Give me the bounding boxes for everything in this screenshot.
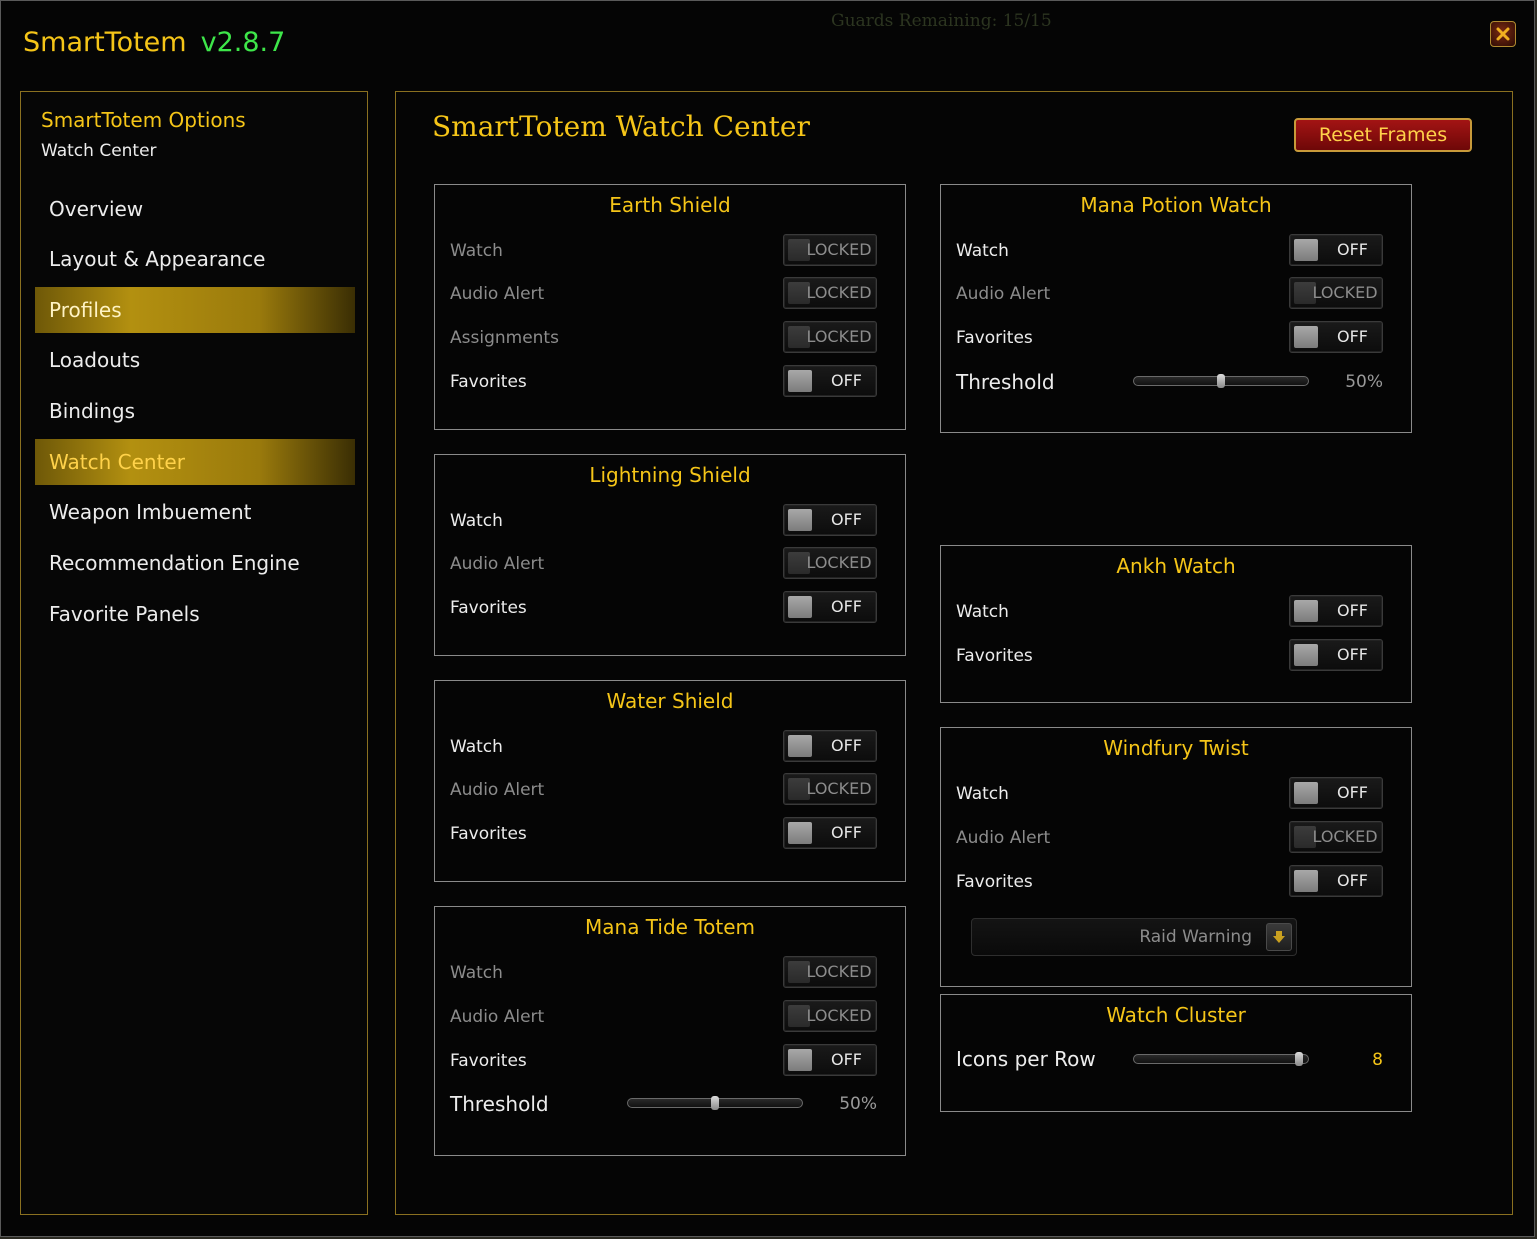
favorites-label: Favorites — [956, 872, 1033, 892]
threshold-label: Threshold — [956, 370, 1055, 394]
alert-channel-dropdown[interactable]: Raid Warning — [971, 918, 1297, 956]
ankh-watch-card: Ankh Watch Watch OFF Favorites OFF — [940, 545, 1412, 703]
sidebar-item-favorite-panels[interactable]: Favorite Panels — [35, 591, 355, 637]
sidebar-item-profiles[interactable]: Profiles — [35, 287, 355, 333]
favorites-label: Favorites — [956, 328, 1033, 348]
page-title: SmartTotem Watch Center — [432, 110, 810, 143]
sidebar-item-loadouts[interactable]: Loadouts — [35, 337, 355, 383]
arrow-down-icon — [1273, 931, 1285, 943]
audio-alert-toggle: LOCKED — [1289, 277, 1383, 309]
sidebar-item-overview[interactable]: Overview — [35, 186, 355, 232]
watch-label: Watch — [956, 784, 1009, 804]
sidebar: SmartTotem Options Watch Center Overview… — [20, 91, 368, 1215]
watch-cluster-card: Watch Cluster Icons per Row 8 — [940, 994, 1412, 1112]
watch-toggle: LOCKED — [783, 956, 877, 988]
favorites-toggle[interactable]: OFF — [1289, 639, 1383, 671]
card-title: Windfury Twist — [1103, 736, 1249, 760]
favorites-label: Favorites — [956, 646, 1033, 666]
favorites-toggle[interactable]: OFF — [783, 817, 877, 849]
card-title: Ankh Watch — [1116, 554, 1236, 578]
audio-alert-label: Audio Alert — [956, 828, 1051, 848]
sidebar-item-layout-appearance[interactable]: Layout & Appearance — [35, 236, 355, 282]
main-panel: SmartTotem Watch Center Reset Frames Ear… — [395, 91, 1513, 1215]
windfury-twist-card: Windfury Twist Watch OFF Audio Alert LOC… — [940, 727, 1412, 987]
app-version: v2.8.7 — [200, 27, 286, 58]
slider-thumb[interactable] — [1295, 1052, 1304, 1066]
favorites-toggle[interactable]: OFF — [783, 591, 877, 623]
mana-tide-totem-card: Mana Tide Totem Watch LOCKED Audio Alert… — [434, 906, 906, 1156]
sidebar-item-bindings[interactable]: Bindings — [35, 388, 355, 434]
dropdown-value: Raid Warning — [1139, 927, 1252, 947]
watch-label: Watch — [450, 963, 503, 983]
audio-alert-label: Audio Alert — [450, 554, 545, 574]
favorites-label: Favorites — [450, 1051, 527, 1071]
sidebar-subtitle: Watch Center — [41, 141, 157, 161]
sidebar-item-weapon-imbuement[interactable]: Weapon Imbuement — [35, 489, 355, 535]
favorites-label: Favorites — [450, 372, 527, 392]
watch-toggle[interactable]: OFF — [783, 730, 877, 762]
audio-alert-toggle: LOCKED — [783, 547, 877, 579]
audio-alert-toggle: LOCKED — [783, 773, 877, 805]
sidebar-item-watch-center[interactable]: Watch Center — [35, 439, 355, 485]
watch-label: Watch — [450, 511, 503, 531]
slider-thumb[interactable] — [711, 1096, 719, 1110]
audio-alert-toggle: LOCKED — [783, 277, 877, 309]
water-shield-card: Water Shield Watch OFF Audio Alert LOCKE… — [434, 680, 906, 882]
card-title: Earth Shield — [609, 193, 731, 217]
mana-potion-watch-card: Mana Potion Watch Watch OFF Audio Alert … — [940, 184, 1412, 433]
sidebar-title: SmartTotem Options — [41, 108, 246, 132]
icons-per-row-value: 8 — [1372, 1050, 1383, 1070]
watch-toggle[interactable]: OFF — [1289, 234, 1383, 266]
sidebar-item-recommendation-engine[interactable]: Recommendation Engine — [35, 540, 355, 586]
watch-label: Watch — [450, 737, 503, 757]
threshold-value: 50% — [1345, 372, 1383, 392]
watch-label: Watch — [956, 602, 1009, 622]
card-title: Water Shield — [606, 689, 734, 713]
app-name: SmartTotem — [23, 27, 187, 58]
watch-label: Watch — [956, 241, 1009, 261]
favorites-toggle[interactable]: OFF — [783, 365, 877, 397]
icons-per-row-label: Icons per Row — [956, 1047, 1096, 1071]
favorites-toggle[interactable]: OFF — [783, 1044, 877, 1076]
lightning-shield-card: Lightning Shield Watch OFF Audio Alert L… — [434, 454, 906, 656]
watch-toggle[interactable]: OFF — [1289, 595, 1383, 627]
watch-toggle: LOCKED — [783, 234, 877, 266]
watch-toggle[interactable]: OFF — [1289, 777, 1383, 809]
card-title: Mana Tide Totem — [585, 915, 755, 939]
audio-alert-label: Audio Alert — [450, 1007, 545, 1027]
favorites-label: Favorites — [450, 824, 527, 844]
background-game-text: Guards Remaining: 15/15 — [831, 11, 1052, 31]
audio-alert-toggle: LOCKED — [1289, 821, 1383, 853]
watch-toggle[interactable]: OFF — [783, 504, 877, 536]
app-title: SmartTotem v2.8.7 — [23, 27, 285, 58]
threshold-label: Threshold — [450, 1092, 549, 1116]
threshold-slider[interactable] — [1133, 374, 1309, 388]
assignments-label: Assignments — [450, 328, 559, 348]
favorites-toggle[interactable]: OFF — [1289, 321, 1383, 353]
reset-frames-button[interactable]: Reset Frames — [1294, 118, 1472, 152]
favorites-label: Favorites — [450, 598, 527, 618]
audio-alert-label: Audio Alert — [956, 284, 1051, 304]
assignments-toggle: LOCKED — [783, 321, 877, 353]
threshold-value: 50% — [839, 1094, 877, 1114]
audio-alert-label: Audio Alert — [450, 284, 545, 304]
card-title: Mana Potion Watch — [1080, 193, 1272, 217]
close-button[interactable] — [1490, 21, 1516, 47]
dropdown-button[interactable] — [1266, 923, 1292, 951]
card-title: Lightning Shield — [589, 463, 751, 487]
audio-alert-toggle: LOCKED — [783, 1000, 877, 1032]
addon-window: Guards Remaining: 15/15 SmartTotem v2.8.7… — [0, 0, 1535, 1237]
watch-label: Watch — [450, 241, 503, 261]
earth-shield-card: Earth Shield Watch LOCKED Audio Alert LO… — [434, 184, 906, 430]
icons-per-row-slider[interactable] — [1133, 1052, 1309, 1066]
threshold-slider[interactable] — [627, 1096, 803, 1110]
card-title: Watch Cluster — [1106, 1003, 1246, 1027]
favorites-toggle[interactable]: OFF — [1289, 865, 1383, 897]
audio-alert-label: Audio Alert — [450, 780, 545, 800]
close-icon — [1496, 27, 1510, 41]
slider-thumb[interactable] — [1217, 374, 1225, 388]
